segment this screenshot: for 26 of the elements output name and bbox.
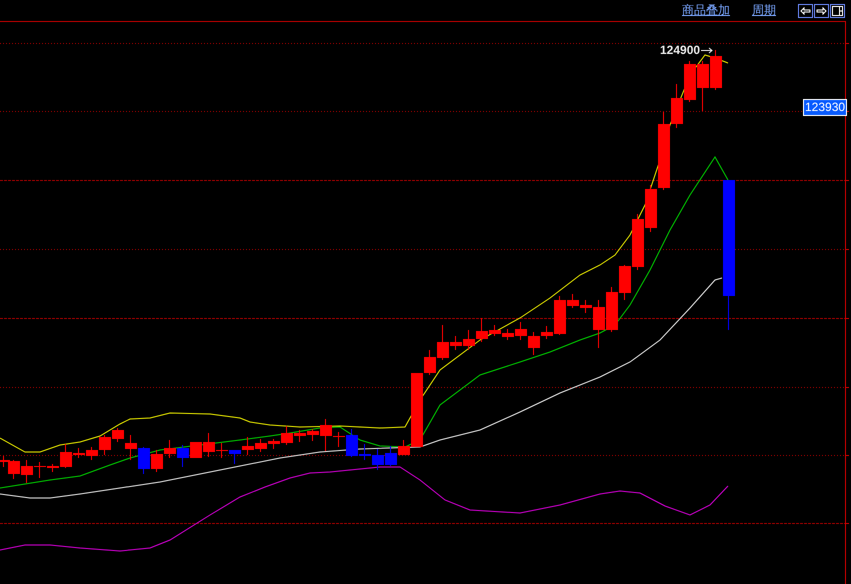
candlestick — [229, 450, 241, 464]
right-arrow-icon — [701, 46, 714, 54]
right-arrow-icon — [816, 6, 827, 14]
candlestick — [21, 460, 33, 484]
candlestick — [684, 60, 696, 102]
candlestick — [242, 436, 254, 456]
last-price-tag: 123930 — [803, 99, 848, 116]
candlestick — [177, 444, 189, 468]
toolbar-link[interactable]: 周期 — [752, 2, 776, 19]
split-panel-button[interactable] — [830, 4, 845, 18]
left-arrow-button[interactable] — [798, 4, 813, 18]
candlestick — [463, 330, 475, 350]
candlestick — [164, 440, 176, 458]
candlestick — [255, 438, 267, 452]
candlestick — [710, 50, 722, 90]
right-arrow-button[interactable] — [814, 4, 829, 18]
candlestick — [697, 60, 709, 112]
split-panel-icon — [832, 6, 843, 16]
candlestick — [151, 450, 163, 472]
candlestick — [138, 446, 150, 474]
candlestick — [606, 286, 618, 332]
toolbar-link[interactable]: 商品叠加 — [682, 2, 730, 19]
candlestick — [385, 446, 397, 466]
candlestick — [372, 448, 384, 470]
high-price-label: 124900 — [660, 43, 700, 57]
left-arrow-icon — [800, 6, 811, 14]
